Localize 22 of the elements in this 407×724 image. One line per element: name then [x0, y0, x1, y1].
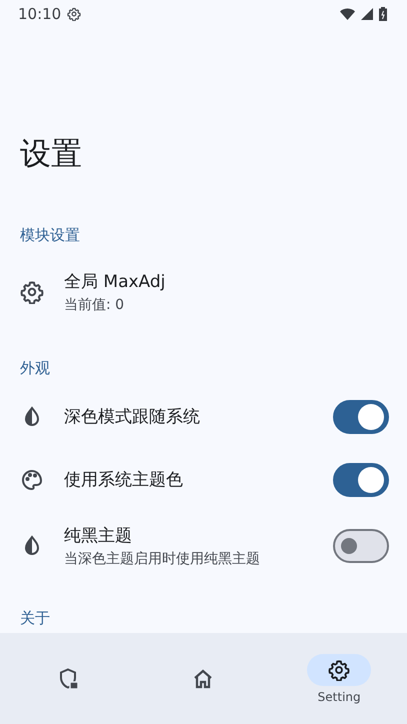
settings-icon: [67, 7, 82, 21]
toggle-switch[interactable]: [333, 400, 389, 434]
setting-title: 纯黑主题: [64, 525, 133, 547]
setting-title: 使用系统主题色: [64, 469, 184, 491]
status-time: 10:10: [18, 5, 62, 23]
battery-icon: [379, 7, 387, 21]
wifi-icon: [340, 8, 355, 20]
gear-icon: [20, 280, 44, 304]
settings-icon: [328, 658, 350, 680]
nav-label: Setting: [318, 690, 361, 704]
page-title: 设置: [19, 135, 83, 174]
palette-icon: [20, 468, 44, 492]
setting-description: 当前值: 0: [64, 296, 126, 314]
signal-icon: [361, 8, 373, 20]
toggle-switch[interactable]: [333, 529, 389, 563]
setting-title: 全局 MaxAdj: [64, 270, 166, 292]
section-header: 模块设置: [19, 225, 81, 246]
setting-description: 当深色主题启用时使用纯黑主题: [64, 550, 261, 568]
section-header: 关于: [19, 608, 51, 629]
setting-title: 深色模式跟随系统: [64, 406, 201, 428]
toggle-switch[interactable]: [333, 462, 389, 496]
section-header: 外观: [19, 358, 51, 379]
